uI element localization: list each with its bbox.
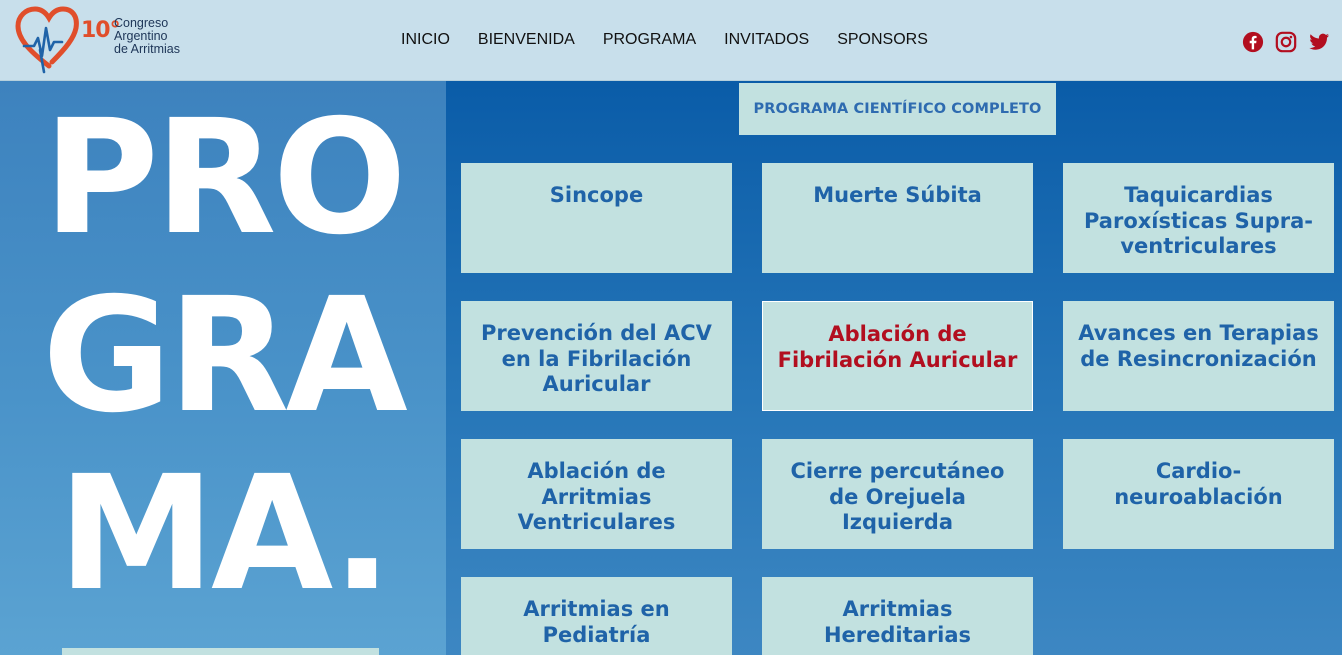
topic-card[interactable]: Arritmias en Pediatría: [461, 577, 732, 655]
congress-logo[interactable]: 10° Congreso Argentino de Arritmias: [14, 4, 184, 76]
full-program-button[interactable]: PROGRAMA CIENTÍFICO COMPLETO: [739, 83, 1056, 135]
topic-card-label: Cardio-neuroablación: [1114, 459, 1283, 509]
topic-card-label: Ablación de Fibrilación Auricular: [777, 322, 1018, 372]
nav-item-programa[interactable]: PROGRAMA: [589, 30, 710, 50]
nav-item-sponsors[interactable]: SPONSORS: [823, 30, 942, 50]
twitter-icon[interactable]: [1308, 31, 1330, 53]
social-links: [1242, 31, 1330, 53]
topic-card[interactable]: Muerte Súbita: [762, 163, 1033, 273]
site-header: 10° Congreso Argentino de Arritmias INIC…: [0, 0, 1342, 81]
nav-item-invitados[interactable]: INVITADOS: [710, 30, 823, 50]
topic-card[interactable]: Cierre percutáneo de Orejuela Izquierda: [762, 439, 1033, 549]
topic-card[interactable]: Arritmias Hereditarias: [762, 577, 1033, 655]
instagram-icon[interactable]: [1275, 31, 1297, 53]
main-nav: INICIO BIENVENIDA PROGRAMA INVITADOS SPO…: [387, 30, 942, 50]
topic-card[interactable]: Sincope: [461, 163, 732, 273]
topic-card-label: Muerte Súbita: [813, 183, 982, 207]
topic-card[interactable]: Prevención del ACV en la Fibrilación Aur…: [461, 301, 732, 411]
topic-card-label: Cierre percutáneo de Orejuela Izquierda: [790, 459, 1005, 534]
nav-item-inicio[interactable]: INICIO: [387, 30, 464, 50]
facebook-icon[interactable]: [1242, 31, 1264, 53]
topic-card-label: Prevención del ACV en la Fibrilación Aur…: [481, 321, 712, 396]
logo-line-3: de Arritmias: [114, 42, 180, 56]
topic-card[interactable]: Ablación de Arritmias Ventriculares: [461, 439, 732, 549]
hero-button-partial[interactable]: [62, 648, 379, 655]
topic-card[interactable]: Taquicardias Paroxísticas Supra-ventricu…: [1063, 163, 1334, 273]
topic-card-label: Avances en Terapias de Resincronización: [1078, 321, 1319, 371]
hero-word-line-1: PRO: [43, 86, 407, 270]
heart-logo-icon: [15, 6, 79, 74]
topic-card[interactable]: Avances en Terapias de Resincronización: [1063, 301, 1334, 411]
topic-card-label: Arritmias Hereditarias: [823, 597, 972, 647]
topic-card-label: Arritmias en Pediatría: [523, 597, 670, 647]
topics-panel: PROGRAMA CIENTÍFICO COMPLETO Sincope Mue…: [446, 81, 1342, 655]
hero-panel: PRO GRA MA.: [0, 81, 446, 655]
logo-text: Congreso Argentino de Arritmias: [114, 17, 180, 56]
hero-word-line-2: GRA: [42, 264, 408, 448]
topic-card[interactable]: Cardio-neuroablación: [1063, 439, 1334, 549]
topic-card-active[interactable]: Ablación de Fibrilación Auricular: [762, 301, 1033, 411]
hero-word-line-3: MA.: [57, 442, 392, 626]
topic-card-label: Sincope: [549, 183, 644, 207]
nav-item-bienvenida[interactable]: BIENVENIDA: [464, 30, 589, 50]
topic-card-label: Ablación de Arritmias Ventriculares: [517, 459, 676, 534]
topic-card-label: Taquicardias Paroxísticas Supra-ventricu…: [1083, 183, 1314, 258]
